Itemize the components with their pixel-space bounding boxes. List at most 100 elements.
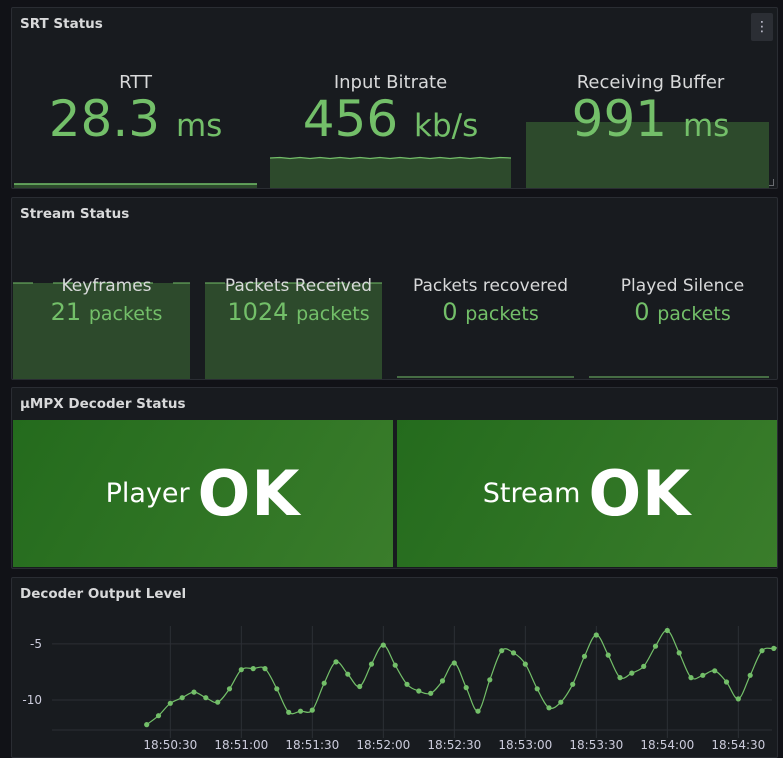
data-point [297, 708, 304, 714]
data-point [321, 680, 327, 686]
played-silence-value-line: 0 packets [589, 296, 776, 330]
packets-recovered-value-line: 0 packets [397, 296, 584, 330]
data-point [487, 677, 493, 683]
data-point [747, 672, 753, 678]
keyframes-value-line: 21 packets [13, 296, 200, 330]
bitrate-value-line: 456 kb/s [270, 93, 511, 152]
data-point [179, 695, 185, 701]
data-point [368, 661, 375, 667]
rtt-sparkline [14, 183, 257, 188]
data-point [238, 667, 244, 673]
bitrate-sparkline [270, 156, 511, 188]
data-point [688, 675, 694, 681]
data-point [404, 681, 410, 687]
played-silence-stat[interactable]: Played Silence 0 packets [589, 276, 776, 330]
data-point [546, 705, 552, 711]
data-point [629, 670, 635, 676]
played-silence-value: 0 [634, 298, 650, 326]
chart-grid [52, 626, 772, 738]
panel-title[interactable]: SRT Status [20, 16, 103, 32]
data-point [215, 699, 221, 705]
rtt-value: 28.3 [48, 90, 161, 148]
data-point [451, 660, 457, 666]
packets-recovered-value: 0 [442, 298, 458, 326]
data-point [712, 668, 718, 674]
data-point [203, 695, 209, 701]
data-point [475, 708, 481, 714]
x-tick-label: 18:52:00 [356, 738, 410, 752]
panel-title[interactable]: µMPX Decoder Status [20, 396, 186, 412]
data-point [345, 671, 351, 677]
data-point [439, 678, 446, 684]
stream-status-tile[interactable]: Stream OK [397, 420, 777, 567]
data-point [357, 683, 363, 690]
decoder-status-panel: µMPX Decoder Status Player OK Stream OK [11, 387, 778, 569]
buffer-value: 991 [571, 90, 668, 148]
bitrate-unit: kb/s [414, 108, 479, 144]
y-axis: -5 -10 [22, 637, 42, 707]
packets-received-value: 1024 [227, 298, 289, 326]
data-point [759, 648, 765, 654]
data-point [771, 645, 777, 651]
data-point [499, 648, 505, 654]
stream-status-value: OK [588, 457, 692, 530]
data-point [570, 681, 576, 687]
data-point [593, 632, 599, 638]
packets-recovered-stat[interactable]: Packets recovered 0 packets [397, 276, 584, 330]
data-point [463, 685, 469, 691]
data-point [392, 662, 398, 668]
rtt-stat[interactable]: RTT 28.3 ms [14, 72, 257, 152]
buffer-stat[interactable]: Receiving Buffer 991 ms [526, 72, 775, 152]
data-point [262, 666, 268, 672]
bitrate-stat[interactable]: Input Bitrate 456 kb/s [270, 72, 511, 152]
packets-received-value-line: 1024 packets [205, 296, 392, 330]
packets-recovered-label: Packets recovered [412, 276, 569, 296]
data-point [167, 700, 173, 706]
data-point [510, 650, 517, 656]
series-points [144, 627, 777, 728]
output-level-chart[interactable]: -5-10 18:50:30 18:51:00 18:51:30 18:52:00 18… [12, 578, 777, 758]
data-point [581, 653, 588, 659]
packets-received-label: Packets Received [224, 276, 373, 296]
x-tick-label: 18:51:30 [285, 738, 339, 752]
srt-status-panel: SRT Status ⋮ RTT 28.3 ms Input Bitrate 4… [11, 7, 778, 189]
keyframes-stat[interactable]: Keyframes 21 packets [13, 276, 200, 330]
data-point [522, 661, 528, 667]
x-tick-label: 18:50:30 [143, 738, 197, 752]
player-status-name: Player [105, 478, 190, 509]
data-point [605, 652, 611, 658]
data-point [250, 666, 256, 672]
data-point [333, 659, 339, 665]
data-point [641, 663, 647, 669]
played-silence-unit: packets [657, 303, 731, 325]
y-tick-label: -10 [22, 693, 42, 707]
packets-recovered-sparkline [397, 376, 574, 378]
data-point [380, 642, 386, 648]
x-tick-label: 18:52:30 [427, 738, 481, 752]
bitrate-value: 456 [302, 90, 399, 148]
packets-received-unit: packets [296, 303, 370, 325]
panel-title[interactable]: Stream Status [20, 206, 129, 222]
kebab-menu-icon[interactable]: ⋮ [751, 13, 773, 41]
data-point [309, 707, 315, 713]
data-point [428, 690, 434, 696]
player-status-value: OK [197, 457, 301, 530]
data-point [700, 672, 706, 678]
rtt-unit: ms [175, 108, 223, 144]
keyframes-label: Keyframes [61, 276, 152, 296]
packets-received-stat[interactable]: Packets Received 1024 packets [205, 276, 392, 330]
stream-status-name: Stream [482, 478, 581, 509]
played-silence-label: Played Silence [620, 276, 745, 296]
data-point [144, 722, 150, 728]
data-point [676, 650, 682, 656]
y-tick-label: -5 [30, 637, 42, 651]
data-point [652, 643, 659, 649]
data-point [191, 689, 197, 695]
packets-recovered-unit: packets [465, 303, 539, 325]
data-point [735, 696, 741, 702]
x-tick-label: 18:53:30 [569, 738, 623, 752]
player-status-tile[interactable]: Player OK [13, 420, 393, 567]
data-point [723, 679, 730, 685]
data-point [226, 686, 233, 692]
x-tick-label: 18:54:30 [711, 738, 765, 752]
